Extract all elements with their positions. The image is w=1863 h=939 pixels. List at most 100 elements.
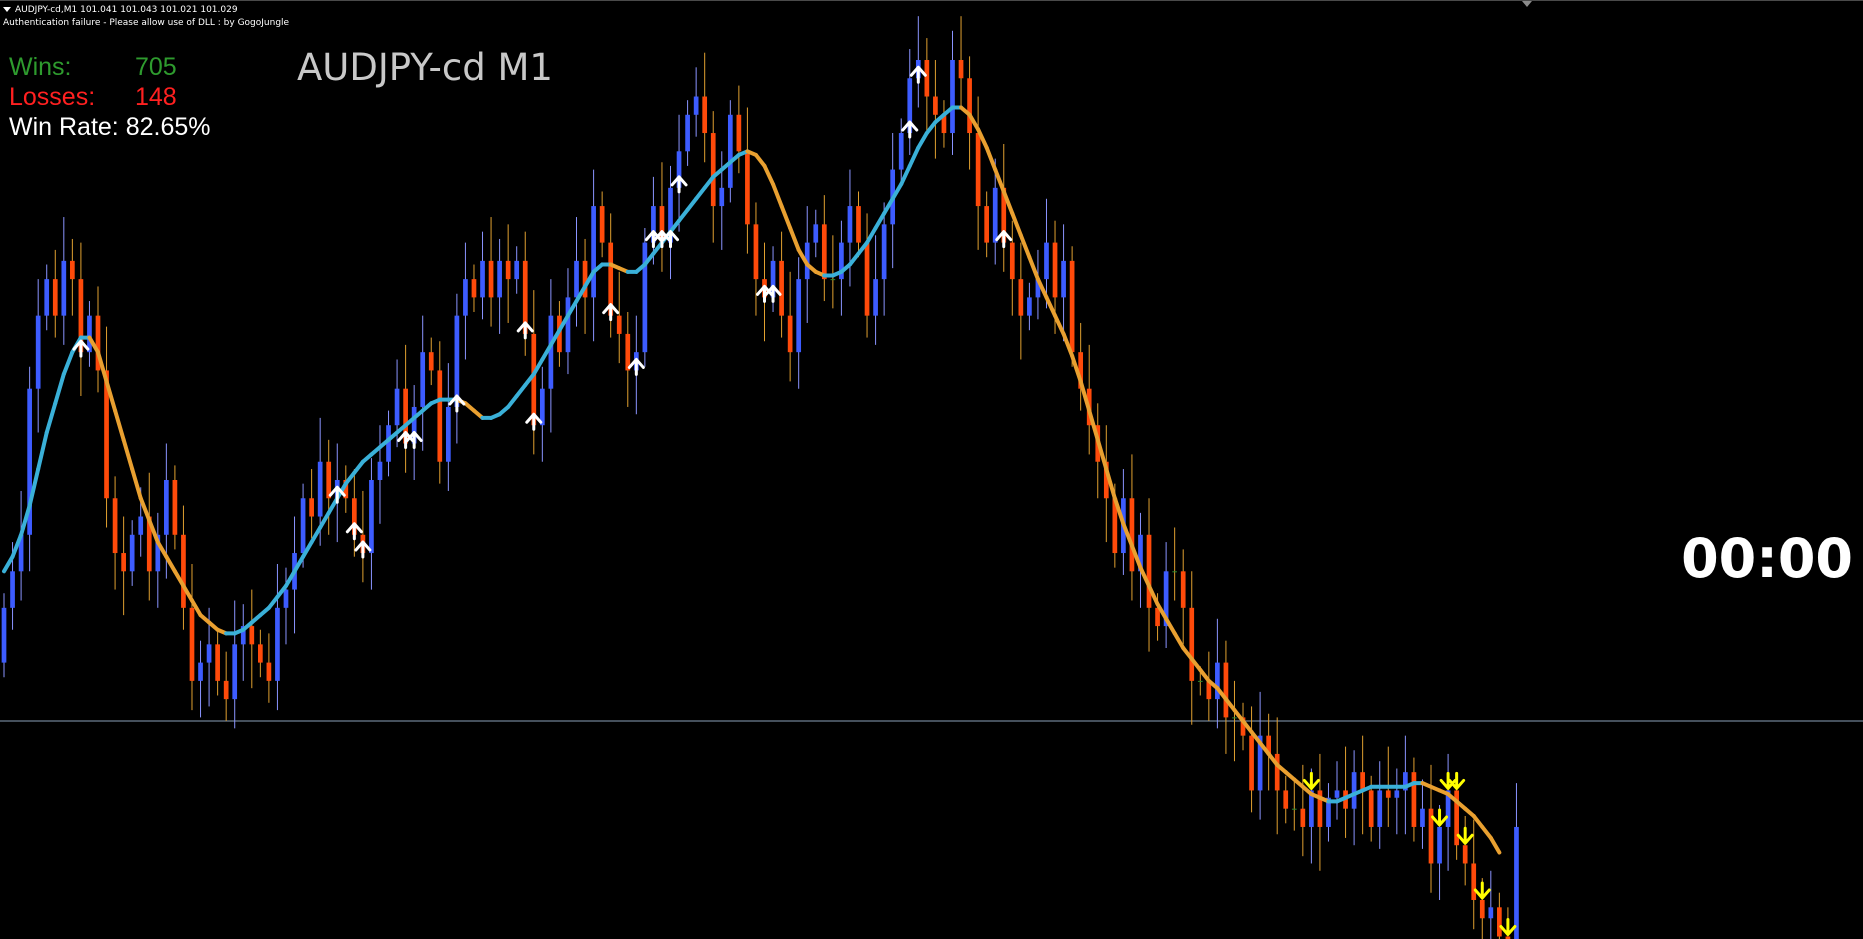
candle-body <box>52 279 58 316</box>
candle-body <box>129 534 135 572</box>
ma-line-segment <box>753 152 767 168</box>
ma-line-segment <box>343 470 357 486</box>
candle-body <box>591 206 596 298</box>
ma-line-segment <box>788 226 801 252</box>
winrate-label: Win Rate: <box>9 113 119 141</box>
candle-body <box>1061 260 1066 298</box>
sell-arrow-icon <box>1499 918 1517 937</box>
candle-body <box>1479 900 1485 919</box>
candle-body <box>1291 808 1297 810</box>
ma-line-segment <box>924 120 938 136</box>
wins-row: Wins: 705 <box>9 52 211 82</box>
candle-body <box>87 315 92 353</box>
losses-row: Losses: 148 <box>9 82 211 112</box>
candle-body <box>539 388 545 426</box>
price-chart-plot[interactable] <box>0 0 1863 939</box>
candle-body <box>975 133 981 207</box>
ma-line-segment <box>113 408 126 442</box>
candle-body <box>1232 717 1237 719</box>
chart-window[interactable]: AUDJPY-cd,M1 101.041 101.043 101.021 101… <box>0 0 1863 939</box>
candle-body <box>309 498 314 517</box>
buy-arrow-icon <box>670 175 688 194</box>
ma-line-segment <box>1471 814 1485 829</box>
buy-arrow-icon <box>525 412 543 431</box>
candle-body <box>44 279 50 316</box>
candle-body <box>548 315 554 389</box>
ma-line-segment <box>685 196 699 212</box>
candle-body <box>181 534 186 608</box>
ma-line-segment <box>1172 631 1186 650</box>
ma-line-segment <box>907 145 921 168</box>
candle-body <box>830 279 836 281</box>
ma-line-segment <box>771 182 784 209</box>
candle-body <box>967 78 972 134</box>
wins-value: 705 <box>135 53 177 81</box>
ma-line-segment <box>164 554 177 574</box>
candle-body <box>787 315 793 353</box>
candle-body <box>445 406 451 462</box>
ma-line-segment <box>779 204 793 230</box>
candle-body <box>215 644 220 681</box>
ma-line-segment <box>36 430 49 472</box>
candle-body <box>1172 571 1178 573</box>
candle-body <box>881 224 887 280</box>
candle-body <box>1249 735 1254 791</box>
candle-body <box>1069 260 1075 353</box>
candle-body <box>1462 845 1468 864</box>
candle-body <box>1394 790 1400 798</box>
candle-body <box>1180 571 1186 608</box>
candle-body <box>266 662 272 681</box>
candle-body <box>1274 753 1280 791</box>
ma-line-segment <box>130 467 143 501</box>
candle-body <box>1368 790 1374 827</box>
candle-body <box>463 279 468 316</box>
candle-body <box>1052 242 1058 298</box>
buy-arrow-icon <box>901 120 919 139</box>
ma-line-segment <box>1027 255 1040 282</box>
buy-arrow-icon <box>995 230 1013 249</box>
candle-body <box>437 370 443 462</box>
ma-line-segment <box>309 525 323 545</box>
ma-line-segment <box>1053 313 1066 336</box>
ma-line-segment <box>352 459 365 475</box>
candle-body <box>1197 680 1203 682</box>
candle-body <box>599 206 605 243</box>
candle-body <box>454 315 460 407</box>
ma-line-segment <box>694 185 707 201</box>
candle-body <box>1283 790 1289 809</box>
candle-body <box>847 206 853 243</box>
wins-label: Wins: <box>9 53 72 81</box>
winrate-row: Win Rate: 82.65% <box>9 112 211 142</box>
candle-body <box>326 461 332 499</box>
candle-body <box>480 260 485 298</box>
candle-body <box>138 516 144 535</box>
candle-body <box>1044 242 1049 280</box>
candle-body <box>821 224 827 280</box>
candle-body <box>864 242 870 316</box>
candle-body <box>933 96 938 115</box>
ma-line-segment <box>61 350 75 377</box>
candle-body <box>275 607 280 681</box>
candle-body <box>727 114 733 188</box>
candle-body <box>616 315 622 334</box>
candle-body <box>856 206 861 243</box>
candle-body <box>1009 242 1015 280</box>
ma-line-segment <box>1232 708 1246 724</box>
buy-arrow-icon <box>909 65 927 84</box>
ma-line-segment <box>1018 233 1032 260</box>
candle-body <box>428 352 434 371</box>
ma-line-segment <box>762 163 776 187</box>
candle-body <box>924 60 930 97</box>
candle-body <box>1129 498 1135 572</box>
candle-body <box>471 279 477 298</box>
candle-body <box>394 388 400 426</box>
candle-body <box>514 260 520 280</box>
candle-body <box>1300 808 1306 827</box>
candle-body <box>813 224 819 243</box>
candle-body <box>1223 662 1229 718</box>
candle-body <box>10 571 15 608</box>
candle-body <box>1437 826 1442 864</box>
sell-arrow-icon <box>1302 771 1320 790</box>
candle-body <box>61 260 67 316</box>
candle-body <box>531 333 537 426</box>
